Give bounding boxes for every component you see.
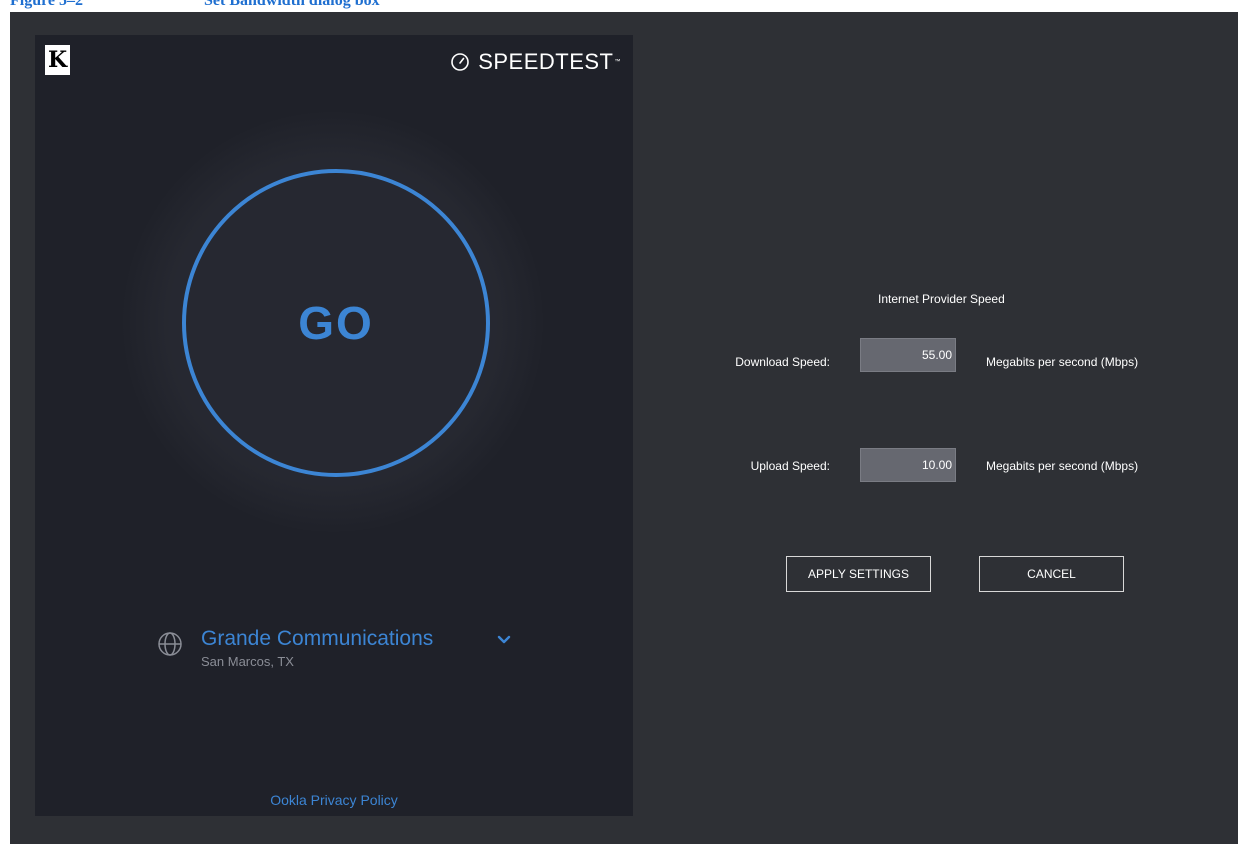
isp-name: Grande Communications (201, 627, 434, 650)
globe-icon (158, 632, 182, 656)
upload-speed-label: Upload Speed: (750, 459, 830, 473)
app-logo: K (45, 45, 70, 75)
figure-number: Figure 5–2 (10, 0, 84, 9)
figure-title: Set Bandwidth dialog box (204, 0, 380, 9)
speedtest-panel: K SPEEDTEST ™ GO Grande Communications Sa… (35, 35, 633, 816)
trademark-mark: ™ (614, 59, 621, 65)
privacy-policy-link[interactable]: Ookla Privacy Policy (35, 792, 633, 808)
upload-unit-label: Megabits per second (Mbps) (986, 459, 1139, 473)
isp-location: San Marcos, TX (201, 654, 294, 669)
go-label: GO (298, 297, 374, 349)
figure-caption: Figure 5–2 Set Bandwidth dialog box (10, 0, 380, 10)
download-speed-field[interactable]: 55.00 (860, 338, 956, 372)
speedtest-brand: SPEEDTEST ™ (450, 49, 621, 75)
set-bandwidth-dialog: K SPEEDTEST ™ GO Grande Communications Sa… (10, 12, 1238, 844)
download-unit-label: Megabits per second (Mbps) (986, 355, 1139, 369)
cancel-button[interactable]: CANCEL (979, 556, 1124, 592)
settings-title: Internet Provider Speed (878, 292, 1005, 306)
speedtest-wordmark: SPEEDTEST (478, 49, 614, 74)
upload-speed-field[interactable]: 10.00 (860, 448, 956, 482)
apply-settings-button[interactable]: APPLY SETTINGS (786, 556, 931, 592)
speedometer-icon (451, 53, 469, 71)
go-button[interactable]: GO (182, 169, 490, 477)
chevron-down-icon[interactable] (497, 635, 511, 645)
download-speed-label: Download Speed: (735, 355, 830, 369)
isp-selector[interactable]: Grande Communications San Marcos, TX (157, 625, 517, 685)
